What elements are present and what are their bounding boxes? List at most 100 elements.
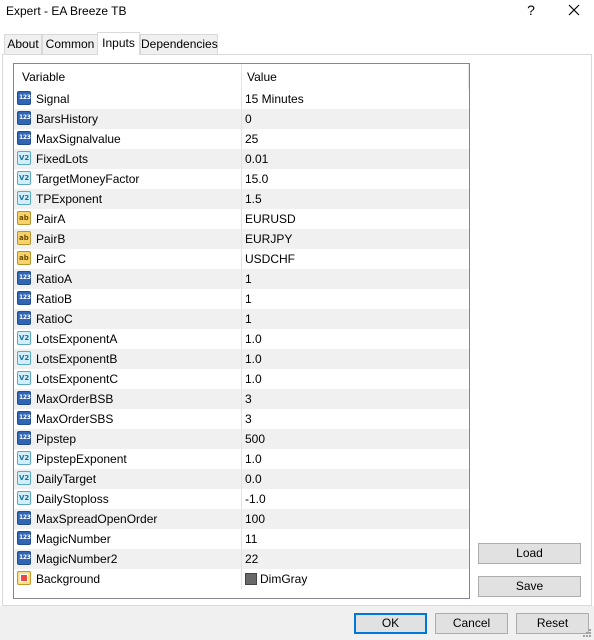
table-row[interactable]: Background DimGray [14, 569, 469, 589]
value-cell[interactable]: 15 Minutes [241, 89, 469, 109]
tab-inputs[interactable]: Inputs [97, 32, 140, 55]
value-cell[interactable]: 1.0 [241, 369, 469, 389]
variable-cell[interactable]: 123 MagicNumber [14, 529, 241, 549]
variable-cell[interactable]: 123 RatioC [14, 309, 241, 329]
table-row[interactable]: ab PairA EURUSD [14, 209, 469, 229]
variable-cell[interactable]: 123 Pipstep [14, 429, 241, 449]
value-cell[interactable]: 0.0 [241, 469, 469, 489]
value-cell[interactable]: 22 [241, 549, 469, 569]
variable-cell[interactable]: V2 TPExponent [14, 189, 241, 209]
variable-cell[interactable]: V2 LotsExponentA [14, 329, 241, 349]
table-row[interactable]: 123 MagicNumber 11 [14, 529, 469, 549]
value-cell[interactable]: 15.0 [241, 169, 469, 189]
variable-cell[interactable]: V2 PipstepExponent [14, 449, 241, 469]
table-row[interactable]: ab PairC USDCHF [14, 249, 469, 269]
grid-rows: 123 Signal 15 Minutes 123 BarsHistory 0 123 Max… [14, 89, 469, 589]
table-row[interactable]: 123 Signal 15 Minutes [14, 89, 469, 109]
variable-value: DimGray [260, 572, 308, 586]
variable-cell[interactable]: 123 RatioA [14, 269, 241, 289]
ok-button[interactable]: OK [354, 613, 427, 634]
reset-button[interactable]: Reset [516, 613, 589, 634]
type-glyph: V2 [19, 494, 30, 502]
variable-cell[interactable]: V2 DailyTarget [14, 469, 241, 489]
table-row[interactable]: 123 BarsHistory 0 [14, 109, 469, 129]
value-cell[interactable]: 3 [241, 409, 469, 429]
tab-dependencies[interactable]: Dependencies [140, 34, 218, 54]
variable-cell[interactable]: Background [14, 569, 241, 589]
table-row[interactable]: V2 LotsExponentB 1.0 [14, 349, 469, 369]
color-swatch[interactable] [245, 573, 257, 585]
value-cell[interactable]: EURJPY [241, 229, 469, 249]
column-divider[interactable] [241, 64, 242, 89]
table-row[interactable]: 123 MaxOrderSBS 3 [14, 409, 469, 429]
variable-value: 22 [245, 552, 259, 566]
value-cell[interactable]: 1 [241, 269, 469, 289]
table-row[interactable]: 123 MaxSpreadOpenOrder 100 [14, 509, 469, 529]
column-header-value[interactable]: Value [247, 70, 277, 84]
value-cell[interactable]: 3 [241, 389, 469, 409]
variable-cell[interactable]: 123 MagicNumber2 [14, 549, 241, 569]
table-row[interactable]: 123 MaxSignalvalue 25 [14, 129, 469, 149]
variable-cell[interactable]: V2 FixedLots [14, 149, 241, 169]
save-button[interactable]: Save [478, 576, 581, 597]
variable-name: MaxOrderSBS [36, 412, 114, 426]
table-row[interactable]: V2 DailyTarget 0.0 [14, 469, 469, 489]
value-cell[interactable]: 0.01 [241, 149, 469, 169]
variable-cell[interactable]: 123 BarsHistory [14, 109, 241, 129]
value-cell[interactable]: 100 [241, 509, 469, 529]
tab-common[interactable]: Common [42, 34, 98, 54]
value-cell[interactable]: 25 [241, 129, 469, 149]
table-row[interactable]: V2 TargetMoneyFactor 15.0 [14, 169, 469, 189]
value-cell[interactable]: 1 [241, 309, 469, 329]
table-row[interactable]: 123 MaxOrderBSB 3 [14, 389, 469, 409]
tab-about[interactable]: About [4, 34, 42, 54]
variable-cell[interactable]: V2 TargetMoneyFactor [14, 169, 241, 189]
value-cell[interactable]: USDCHF [241, 249, 469, 269]
load-button[interactable]: Load [478, 543, 581, 564]
help-button[interactable]: ? [521, 1, 541, 19]
column-header-variable[interactable]: Variable [22, 70, 65, 84]
value-cell[interactable]: 1 [241, 289, 469, 309]
double-type-icon: V2 [17, 351, 31, 365]
value-cell[interactable]: 1.5 [241, 189, 469, 209]
variable-cell[interactable]: 123 RatioB [14, 289, 241, 309]
table-row[interactable]: ab PairB EURJPY [14, 229, 469, 249]
table-row[interactable]: 123 RatioA 1 [14, 269, 469, 289]
table-row[interactable]: V2 LotsExponentC 1.0 [14, 369, 469, 389]
table-row[interactable]: 123 MagicNumber2 22 [14, 549, 469, 569]
variable-cell[interactable]: V2 LotsExponentB [14, 349, 241, 369]
table-row[interactable]: 123 RatioC 1 [14, 309, 469, 329]
variable-cell[interactable]: 123 MaxOrderBSB [14, 389, 241, 409]
variable-cell[interactable]: 123 Signal [14, 89, 241, 109]
table-row[interactable]: V2 LotsExponentA 1.0 [14, 329, 469, 349]
value-cell[interactable]: 1.0 [241, 329, 469, 349]
table-row[interactable]: V2 PipstepExponent 1.0 [14, 449, 469, 469]
close-button[interactable] [563, 1, 585, 19]
variable-value: 11 [245, 532, 258, 546]
value-cell[interactable]: -1.0 [241, 489, 469, 509]
variable-cell[interactable]: 123 MaxOrderSBS [14, 409, 241, 429]
value-cell[interactable]: 500 [241, 429, 469, 449]
variable-cell[interactable]: 123 MaxSignalvalue [14, 129, 241, 149]
variable-cell[interactable]: ab PairA [14, 209, 241, 229]
table-row[interactable]: V2 DailyStoploss -1.0 [14, 489, 469, 509]
value-cell[interactable]: 0 [241, 109, 469, 129]
type-glyph: V2 [19, 374, 30, 382]
variable-cell[interactable]: V2 DailyStoploss [14, 489, 241, 509]
table-row[interactable]: 123 Pipstep 500 [14, 429, 469, 449]
value-cell[interactable]: 1.0 [241, 449, 469, 469]
value-cell[interactable]: DimGray [241, 569, 469, 589]
variable-cell[interactable]: ab PairC [14, 249, 241, 269]
resize-grip-icon[interactable] [582, 628, 592, 638]
value-cell[interactable]: EURUSD [241, 209, 469, 229]
value-cell[interactable]: 11 [241, 529, 469, 549]
variable-cell[interactable]: ab PairB [14, 229, 241, 249]
variable-name: LotsExponentC [36, 372, 119, 386]
cancel-button[interactable]: Cancel [435, 613, 508, 634]
table-row[interactable]: V2 TPExponent 1.5 [14, 189, 469, 209]
variable-cell[interactable]: V2 LotsExponentC [14, 369, 241, 389]
table-row[interactable]: V2 FixedLots 0.01 [14, 149, 469, 169]
variable-cell[interactable]: 123 MaxSpreadOpenOrder [14, 509, 241, 529]
table-row[interactable]: 123 RatioB 1 [14, 289, 469, 309]
value-cell[interactable]: 1.0 [241, 349, 469, 369]
